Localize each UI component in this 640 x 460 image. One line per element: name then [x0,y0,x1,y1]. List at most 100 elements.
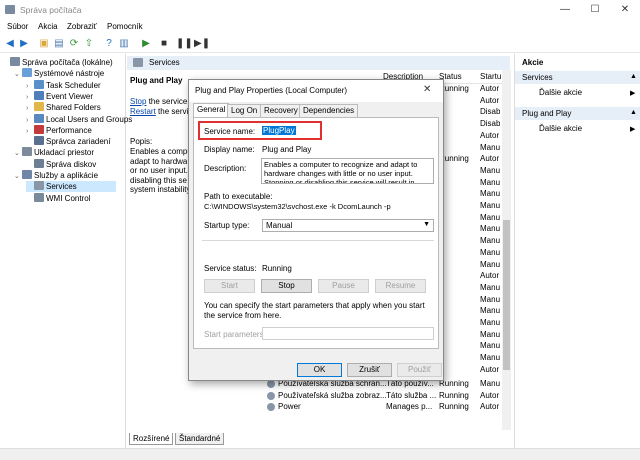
tree-item[interactable]: Správa diskov [26,158,97,170]
toolbar: ◀ ▶ ▣ ▤ ⟳ ⇧ ? ▥ ▶ ■ ❚❚ ▶❚ [0,35,640,53]
collapse-arrow-icon[interactable]: ▲ [630,109,637,116]
tree-item[interactable]: Správa počítača (lokálne) [2,57,113,68]
stop-service-link[interactable]: Stop [130,97,146,106]
startup-cell: Manu [480,294,501,304]
submenu-arrow-icon: ▶ [630,126,636,133]
scrollbar-thumb[interactable] [503,220,510,370]
start-service-icon[interactable]: ▶ [140,38,152,50]
tab-log-on[interactable]: Log On [227,104,262,117]
collapse-arrow-icon[interactable]: ▲ [630,73,637,80]
pause-service-icon[interactable]: ❚❚ [176,38,193,50]
tree-item-label: Správa diskov [46,159,97,169]
more-actions-services[interactable]: Ďalšie akcie [539,88,582,97]
tree-item[interactable]: Správca zariadení [26,136,110,147]
export-list-icon[interactable]: ⇧ [83,38,95,50]
description-field[interactable]: Enables a computer to recognize and adap… [261,158,434,184]
restart-service-link[interactable]: Restart [130,107,156,116]
expand-chevron-icon[interactable]: ⌄ [14,172,22,180]
maximize-icon[interactable]: ☐ [580,0,610,20]
tree-item[interactable]: ⌄ Systémové nástroje [14,68,104,79]
startup-cell: Manu [480,306,501,316]
service-name-value[interactable]: PlugPlay [262,126,296,135]
display-name-value[interactable]: Plug and Play [262,145,311,154]
startup-cell: Manu [480,224,501,234]
start-params-hint: You can specify the start parameters tha… [204,301,425,320]
restart-service-icon[interactable]: ▶❚ [194,38,210,50]
pause-button[interactable]: Pause [318,279,369,293]
tree-item[interactable]: Services [26,181,116,193]
menu-bar: Súbor Akcia Zobraziť Pomocník [0,20,640,35]
start-parameters-input[interactable] [262,327,434,340]
startup-cell: Disab [480,107,501,117]
description-line: Enables a compu [130,147,192,156]
column-startup[interactable]: Startu [480,72,501,81]
tree-item[interactable]: ⌄ Ukladací priestor [14,147,94,158]
menu-action[interactable]: Akcia [38,22,58,31]
tree-item[interactable]: › Task Scheduler [26,79,101,91]
cancel-button[interactable]: Zrušiť [347,363,392,377]
table-row[interactable]: Power Manages p... Running Autor [265,402,502,413]
tab-general[interactable]: General [193,103,230,118]
path-value[interactable]: C:\WINDOWS\system32\svchost.exe -k DcomL… [204,202,391,211]
tree-item[interactable]: › Local Users and Groups [26,113,132,125]
menu-help[interactable]: Pomocník [107,22,143,31]
expand-chevron-icon[interactable]: › [26,83,34,90]
menu-file[interactable]: Súbor [7,22,28,31]
up-folder-icon[interactable]: ▣ [38,38,50,50]
more-actions-plugplay[interactable]: Ďalšie akcie [539,124,582,133]
actions-group-services[interactable]: Services [515,71,640,84]
service-status-label: Service status: [204,264,257,273]
tree-item[interactable]: ⌄ Služby a aplikácie [14,170,98,181]
expand-chevron-icon[interactable]: ⌄ [14,70,22,78]
expand-chevron-icon[interactable]: › [26,128,34,135]
back-arrow-icon[interactable]: ◀ [4,38,16,50]
apply-button[interactable]: Použiť [397,363,442,377]
menu-view[interactable]: Zobraziť [67,22,97,31]
tree-item-label: Systémové nástroje [34,69,105,79]
tab-recovery[interactable]: Recovery [260,104,302,117]
startup-cell: Manu [480,247,501,257]
properties-dialog: Plug and Play Properties (Local Computer… [188,79,444,381]
startup-cell: Manu [480,212,501,222]
actions-header: Akcie [515,56,640,69]
chevron-down-icon: ▼ [423,221,430,228]
tree-item[interactable]: › Shared Folders [26,102,101,113]
startup-cell: Manu [480,282,501,292]
close-icon[interactable]: ✕ [610,0,640,20]
stop-service-icon[interactable]: ■ [158,38,170,50]
startup-cell: Autor [480,402,500,412]
tree-item[interactable]: WMI Control [26,192,90,204]
divider [202,240,434,241]
tree-item-label: Správca zariadení [46,137,111,147]
start-button[interactable]: Start [204,279,255,293]
expand-chevron-icon[interactable]: › [26,105,34,112]
tree-item[interactable]: › Event Viewer [26,90,93,102]
table-row[interactable]: Používateľská služba zobraz... Táto služb… [265,391,502,402]
description-label: Popis: [130,137,153,146]
startup-cell: Manu [480,379,501,388]
forward-arrow-icon[interactable]: ▶ [18,38,30,50]
tree-item-label: Task Scheduler [46,80,101,90]
properties-icon[interactable]: ▥ [118,38,130,50]
tab-standard[interactable]: Štandardné [175,433,225,445]
startup-type-select[interactable]: Manual ▼ [262,219,434,232]
console-tree-icon[interactable]: ▤ [53,38,65,50]
startup-cell: Manu [480,165,501,175]
stop-button[interactable]: Stop [261,279,312,293]
startup-cell: Manu [480,318,501,327]
resume-button[interactable]: Resume [375,279,426,293]
actions-group-plugplay[interactable]: Plug and Play [515,107,640,120]
help-icon[interactable]: ? [103,38,115,50]
ok-button[interactable]: OK [297,363,342,377]
node-icon [22,170,32,179]
expand-chevron-icon[interactable]: ⌄ [14,149,22,157]
tree-item-label: Ukladací priestor [34,148,95,158]
refresh-icon[interactable]: ⟳ [68,38,80,50]
tree-item[interactable]: › Performance [26,124,92,136]
tab-dependencies[interactable]: Dependencies [299,104,359,117]
minimize-icon[interactable]: — [550,0,580,20]
expand-chevron-icon[interactable]: › [26,117,34,124]
expand-chevron-icon[interactable]: › [26,94,34,101]
dialog-close-icon[interactable]: ✕ [423,84,431,95]
tab-extended[interactable]: Rozšírené [129,433,174,445]
